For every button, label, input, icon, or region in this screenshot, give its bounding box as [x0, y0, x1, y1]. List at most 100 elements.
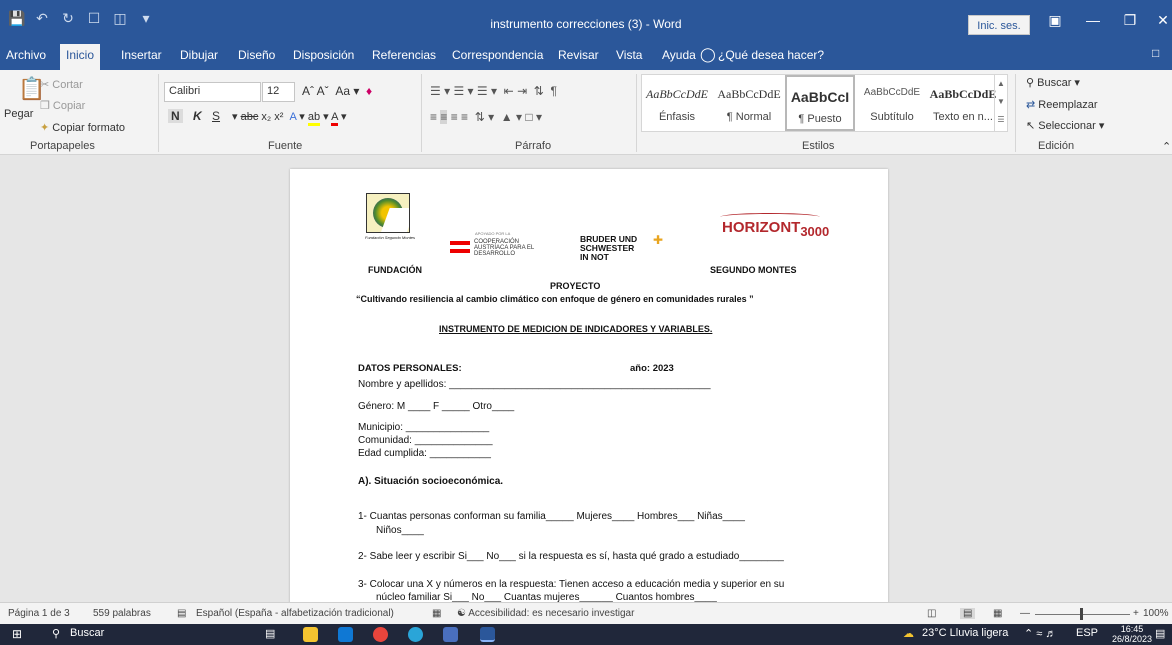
- ribbon-display-icon[interactable]: ▣: [1040, 12, 1070, 29]
- word-count[interactable]: 559 palabras: [93, 608, 151, 619]
- read-mode-icon[interactable]: ◫: [927, 608, 936, 619]
- fundacion-logo-caption: Fundación Segundo Montes: [365, 235, 416, 240]
- clock[interactable]: 16:45 26/8/2023: [1112, 624, 1152, 644]
- ribbon: 📋 Pegar ✂ Cortar ❐ Copiar ✦ Copiar forma…: [0, 70, 1172, 155]
- edge-icon[interactable]: [408, 627, 423, 642]
- search-icon: ⚲: [52, 628, 61, 640]
- tab-diseno[interactable]: Diseño: [238, 48, 275, 62]
- project-title: “Cultivando resiliencia al cambio climát…: [356, 294, 754, 304]
- tab-inicio[interactable]: Inicio: [60, 44, 101, 70]
- font-name-select[interactable]: Calibri: [164, 82, 261, 102]
- zoom-in-icon[interactable]: +: [1133, 608, 1139, 619]
- replace-label: Reemplazar: [1038, 99, 1098, 111]
- style-puesto[interactable]: AaBbCcI ¶ Puesto: [785, 75, 855, 131]
- sign-in-button[interactable]: Inic. ses.: [968, 15, 1030, 35]
- format-painter-button[interactable]: ✦ Copiar formato: [40, 121, 125, 134]
- brush-icon: ✦: [40, 122, 53, 134]
- weather-text[interactable]: 23°C Lluvia ligera: [922, 627, 1008, 639]
- print-layout-icon[interactable]: ▤: [960, 608, 976, 619]
- alignment-buttons[interactable]: ≡ ≡ ≡ ≡ ⇅ ▾ ▲ ▾ □ ▾: [430, 110, 542, 124]
- question-1-cont: Niños____: [376, 525, 424, 536]
- tab-revisar[interactable]: Revisar: [558, 48, 599, 62]
- page-count[interactable]: Página 1 de 3: [8, 608, 70, 619]
- year-text: año: 2023: [630, 363, 674, 374]
- style-normal[interactable]: AaBbCcDdE ¶ Normal: [714, 75, 784, 131]
- taskbar: ⊞ ⚲ Buscar ▤ ☁ 23°C Lluvia ligera ⌃ ≈ ♬ …: [0, 624, 1172, 645]
- tab-ayuda[interactable]: Ayuda: [662, 48, 696, 62]
- cross-logo-icon: ✚: [653, 233, 664, 247]
- divider: [636, 74, 637, 152]
- italic-button[interactable]: K: [193, 109, 202, 123]
- bold-button[interactable]: N: [168, 109, 183, 123]
- chrome-icon[interactable]: [373, 627, 388, 642]
- select-button[interactable]: ↖ Seleccionar ▾: [1026, 119, 1104, 132]
- title-bar: 💾 ↶ ↻ ☐ ◫ ▾ instrumento correcciones (3)…: [0, 0, 1172, 42]
- zoom-slider-thumb[interactable]: [1080, 608, 1083, 620]
- font-size-buttons[interactable]: Aˆ Aˇ Aa ▾ ♦: [302, 84, 372, 98]
- language-status[interactable]: Español (España - alfabetización tradici…: [196, 608, 394, 619]
- tab-dibujar[interactable]: Dibujar: [180, 48, 218, 62]
- find-button[interactable]: ⚲ Buscar ▾: [1026, 76, 1080, 89]
- styles-gallery: AaBbCcDdE Énfasis AaBbCcDdE ¶ Normal AaB…: [641, 74, 1008, 132]
- tab-insertar[interactable]: Insertar: [121, 48, 162, 62]
- underline-button[interactable]: S: [212, 109, 220, 123]
- store-icon[interactable]: [443, 627, 458, 642]
- style-preview: AaBbCcDdE: [646, 87, 708, 101]
- task-view-icon[interactable]: ▤: [265, 627, 275, 640]
- tab-referencias[interactable]: Referencias: [372, 48, 436, 62]
- input-language[interactable]: ESP: [1076, 627, 1098, 639]
- municipio-field: Municipio: _______________: [358, 422, 490, 433]
- tab-archivo[interactable]: Archivo: [6, 48, 46, 62]
- macro-icon[interactable]: ▦: [432, 608, 441, 619]
- document-page[interactable]: Fundación Segundo Montes APOYADO POR LA …: [290, 169, 888, 602]
- font-effects-buttons[interactable]: ▾ abc x₂ x² A ▾ ab ▾ A ▾: [232, 110, 346, 126]
- zoom-out-icon[interactable]: —: [1020, 608, 1030, 619]
- horizont-main: HORIZONT: [722, 219, 801, 236]
- comments-icon[interactable]: □: [1152, 46, 1159, 60]
- copy-label: Copiar: [52, 100, 86, 112]
- taskbar-search[interactable]: Buscar: [70, 627, 104, 639]
- style-subtitulo[interactable]: AaBbCcDdE Subtítulo: [857, 75, 927, 131]
- web-layout-icon[interactable]: ▦: [993, 608, 1002, 619]
- find-label: Buscar: [1037, 77, 1072, 89]
- accessibility-status[interactable]: ☯ Accesibilidad: es necesario investigar: [457, 608, 634, 619]
- replace-icon: ⇄: [1026, 99, 1039, 111]
- font-group-label: Fuente: [268, 140, 303, 152]
- zoom-level[interactable]: 100%: [1143, 608, 1169, 619]
- replace-button[interactable]: ⇄ Reemplazar: [1026, 98, 1098, 111]
- style-enfasis[interactable]: AaBbCcDdE Énfasis: [642, 75, 712, 131]
- segundo-montes-text: SEGUNDO MONTES: [710, 265, 797, 275]
- font-size-select[interactable]: 12: [262, 82, 295, 102]
- copy-button[interactable]: ❐ Copiar: [40, 99, 85, 112]
- styles-scroll[interactable]: ▲ ▼ ☰: [994, 75, 1007, 131]
- cut-button[interactable]: ✂ Cortar: [40, 78, 83, 91]
- windows-start-icon[interactable]: ⊞: [12, 627, 22, 641]
- proofing-icon[interactable]: ▤: [177, 608, 186, 619]
- mail-icon[interactable]: [338, 627, 353, 642]
- notifications-icon[interactable]: ▤: [1155, 627, 1165, 640]
- clipboard-group-label: Portapapeles: [30, 140, 95, 152]
- style-texto[interactable]: AaBbCcDdE Texto en n...: [928, 75, 998, 131]
- restore-icon[interactable]: ❐: [1115, 12, 1145, 29]
- collapse-ribbon-icon[interactable]: ⌃: [1162, 140, 1171, 153]
- close-icon[interactable]: ✕: [1148, 12, 1172, 29]
- gender-field: Género: M ____ F _____ Otro____: [358, 401, 515, 412]
- horizont-sub: 3000: [800, 224, 830, 239]
- coop-logo-text: COOPERACIÓN AUSTRÍACA PARA EL DESARROLLO: [474, 239, 534, 257]
- tab-correspondencia[interactable]: Correspondencia: [452, 48, 543, 62]
- list-buttons[interactable]: ☰ ▾ ☰ ▾ ☰ ▾ ⇤ ⇥ ⇅ ¶: [430, 84, 557, 98]
- minimize-icon[interactable]: —: [1078, 12, 1108, 28]
- file-explorer-icon[interactable]: [303, 627, 318, 642]
- paste-button[interactable]: Pegar: [4, 108, 33, 120]
- tab-disposicion[interactable]: Disposición: [293, 48, 354, 62]
- tell-me-input[interactable]: ¿Qué desea hacer?: [718, 48, 824, 62]
- tray-icons[interactable]: ⌃ ≈ ♬: [1024, 627, 1056, 640]
- document-area[interactable]: Fundación Segundo Montes APOYADO POR LA …: [0, 155, 1172, 602]
- word-taskbar-icon[interactable]: [480, 627, 495, 642]
- cut-label: Cortar: [52, 79, 83, 91]
- tab-vista[interactable]: Vista: [616, 48, 642, 62]
- status-bar: Página 1 de 3 559 palabras ▤ Español (Es…: [0, 602, 1172, 624]
- style-name: ¶ Normal: [726, 111, 772, 123]
- search-icon: ⚲: [1026, 77, 1038, 89]
- scissors-icon: ✂: [40, 79, 53, 91]
